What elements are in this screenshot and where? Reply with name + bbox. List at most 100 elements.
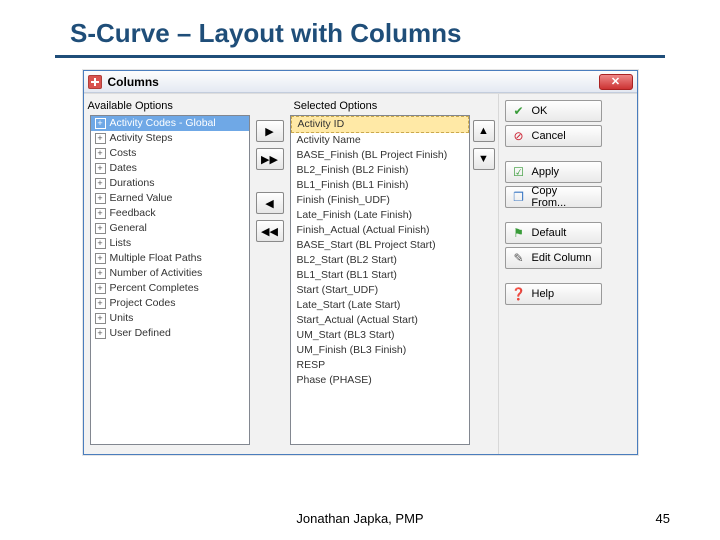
expand-icon[interactable]: + [95,118,106,129]
selected-item[interactable]: UM_Finish (BL3 Finish) [291,343,469,358]
available-item-label: Activity Codes - Global [110,116,216,131]
expand-icon[interactable]: + [95,313,106,324]
available-item[interactable]: +Durations [91,176,249,191]
close-button[interactable]: ✕ [599,74,633,90]
expand-icon[interactable]: + [95,253,106,264]
help-label: Help [532,288,555,300]
move-up-button[interactable]: ▲ [473,120,495,142]
available-item-label: Multiple Float Paths [110,251,202,266]
expand-icon[interactable]: + [95,268,106,279]
available-label: Available Options [84,94,250,115]
available-item-label: Lists [110,236,132,251]
cancel-label: Cancel [532,130,566,142]
selected-item[interactable]: BL2_Start (BL2 Start) [291,253,469,268]
expand-icon[interactable]: + [95,298,106,309]
titlebar[interactable]: Columns ✕ [84,71,637,93]
pencil-icon: ✎ [512,251,526,265]
available-item-label: Earned Value [110,191,173,206]
available-item-label: User Defined [110,326,171,341]
selected-item[interactable]: RESP [291,358,469,373]
dialog-body: Available Options + Activity Codes - Glob… [84,93,637,454]
mover-column: ▶ ▶▶ ◀ ◀◀ [250,94,290,454]
copy-from-button[interactable]: ❐ Copy From... [505,186,602,208]
available-item-label: Percent Completes [110,281,199,296]
expand-icon[interactable]: + [95,328,106,339]
slide-title: S-Curve – Layout with Columns [0,0,720,55]
available-item[interactable]: + Activity Codes - Global [91,116,249,131]
available-item[interactable]: + Activity Steps [91,131,249,146]
add-button[interactable]: ▶ [256,120,284,142]
available-item[interactable]: + Costs [91,146,249,161]
copy-icon: ❐ [512,190,526,204]
selected-item[interactable]: Finish_Actual (Actual Finish) [291,223,469,238]
copy-from-label: Copy From... [531,185,594,209]
available-item-label: Units [110,311,134,326]
expand-icon[interactable]: + [95,163,106,174]
available-item[interactable]: +Project Codes [91,296,249,311]
available-item-label: Feedback [110,206,156,221]
available-item-label: Costs [110,146,137,161]
available-item-label: Dates [110,161,137,176]
available-item[interactable]: + User Defined [91,326,249,341]
edit-column-button[interactable]: ✎ Edit Column [505,247,602,269]
remove-button[interactable]: ◀ [256,192,284,214]
flag-icon: ⚑ [512,226,526,240]
selected-item[interactable]: BL1_Start (BL1 Start) [291,268,469,283]
move-down-button[interactable]: ▼ [473,148,495,170]
available-item[interactable]: + Multiple Float Paths [91,251,249,266]
available-pane: Available Options + Activity Codes - Glob… [84,94,250,454]
expand-icon[interactable]: + [95,208,106,219]
available-item-label: Activity Steps [110,131,173,146]
expand-icon[interactable]: + [95,283,106,294]
selected-item[interactable]: UM_Start (BL3 Start) [291,328,469,343]
selected-item[interactable]: Finish (Finish_UDF) [291,193,469,208]
title-rule [55,55,665,58]
selected-item[interactable]: Activity Name [291,133,469,148]
selected-item[interactable]: Late_Start (Late Start) [291,298,469,313]
selected-listbox[interactable]: Activity IDActivity NameBASE_Finish (BL … [290,115,470,445]
available-item[interactable]: + Dates [91,161,249,176]
slide-footer-author: Jonathan Japka, PMP [0,511,720,526]
available-item[interactable]: + Earned Value [91,191,249,206]
columns-dialog: Columns ✕ Available Options + Activity Co… [83,70,638,455]
cancel-icon: ⊘ [512,129,526,143]
expand-icon[interactable]: + [95,193,106,204]
expand-icon[interactable]: + [95,133,106,144]
available-item[interactable]: +Number of Activities [91,266,249,281]
selected-item[interactable]: BASE_Finish (BL Project Finish) [291,148,469,163]
selected-item[interactable]: Start_Actual (Actual Start) [291,313,469,328]
apply-icon: ☑ [512,165,526,179]
selected-pane: Selected Options Activity IDActivity Nam… [290,94,470,454]
available-item[interactable]: + Units [91,311,249,326]
expand-icon[interactable]: + [95,148,106,159]
selected-item[interactable]: Start (Start_UDF) [291,283,469,298]
ok-label: OK [532,105,548,117]
ok-button[interactable]: ✔ OK [505,100,602,122]
available-listbox[interactable]: +Activity Codes - Global+Activity Steps+… [90,115,250,445]
help-icon: ❓ [512,287,526,301]
default-button[interactable]: ⚑ Default [505,222,602,244]
apply-button[interactable]: ☑ Apply [505,161,602,183]
selected-item[interactable]: BASE_Start (BL Project Start) [291,238,469,253]
reorder-column: ▲ ▼ [470,94,498,454]
apply-label: Apply [532,166,560,178]
remove-all-button[interactable]: ◀◀ [256,220,284,242]
selected-item[interactable]: Late_Finish (Late Finish) [291,208,469,223]
expand-icon[interactable]: + [95,223,106,234]
expand-icon[interactable]: + [95,238,106,249]
help-button[interactable]: ❓ Help [505,283,602,305]
cancel-button[interactable]: ⊘ Cancel [505,125,602,147]
slide-page-number: 45 [656,511,670,526]
add-all-button[interactable]: ▶▶ [256,148,284,170]
selected-item[interactable]: BL2_Finish (BL2 Finish) [291,163,469,178]
available-item[interactable]: + Feedback [91,206,249,221]
available-item[interactable]: +General [91,221,249,236]
available-item[interactable]: + Lists [91,236,249,251]
expand-icon[interactable]: + [95,178,106,189]
dialog-title: Columns [108,75,159,89]
selected-item[interactable]: BL1_Finish (BL1 Finish) [291,178,469,193]
available-item[interactable]: + Percent Completes [91,281,249,296]
selected-item[interactable]: Phase (PHASE) [291,373,469,388]
check-icon: ✔ [512,104,526,118]
selected-item[interactable]: Activity ID [291,116,469,133]
